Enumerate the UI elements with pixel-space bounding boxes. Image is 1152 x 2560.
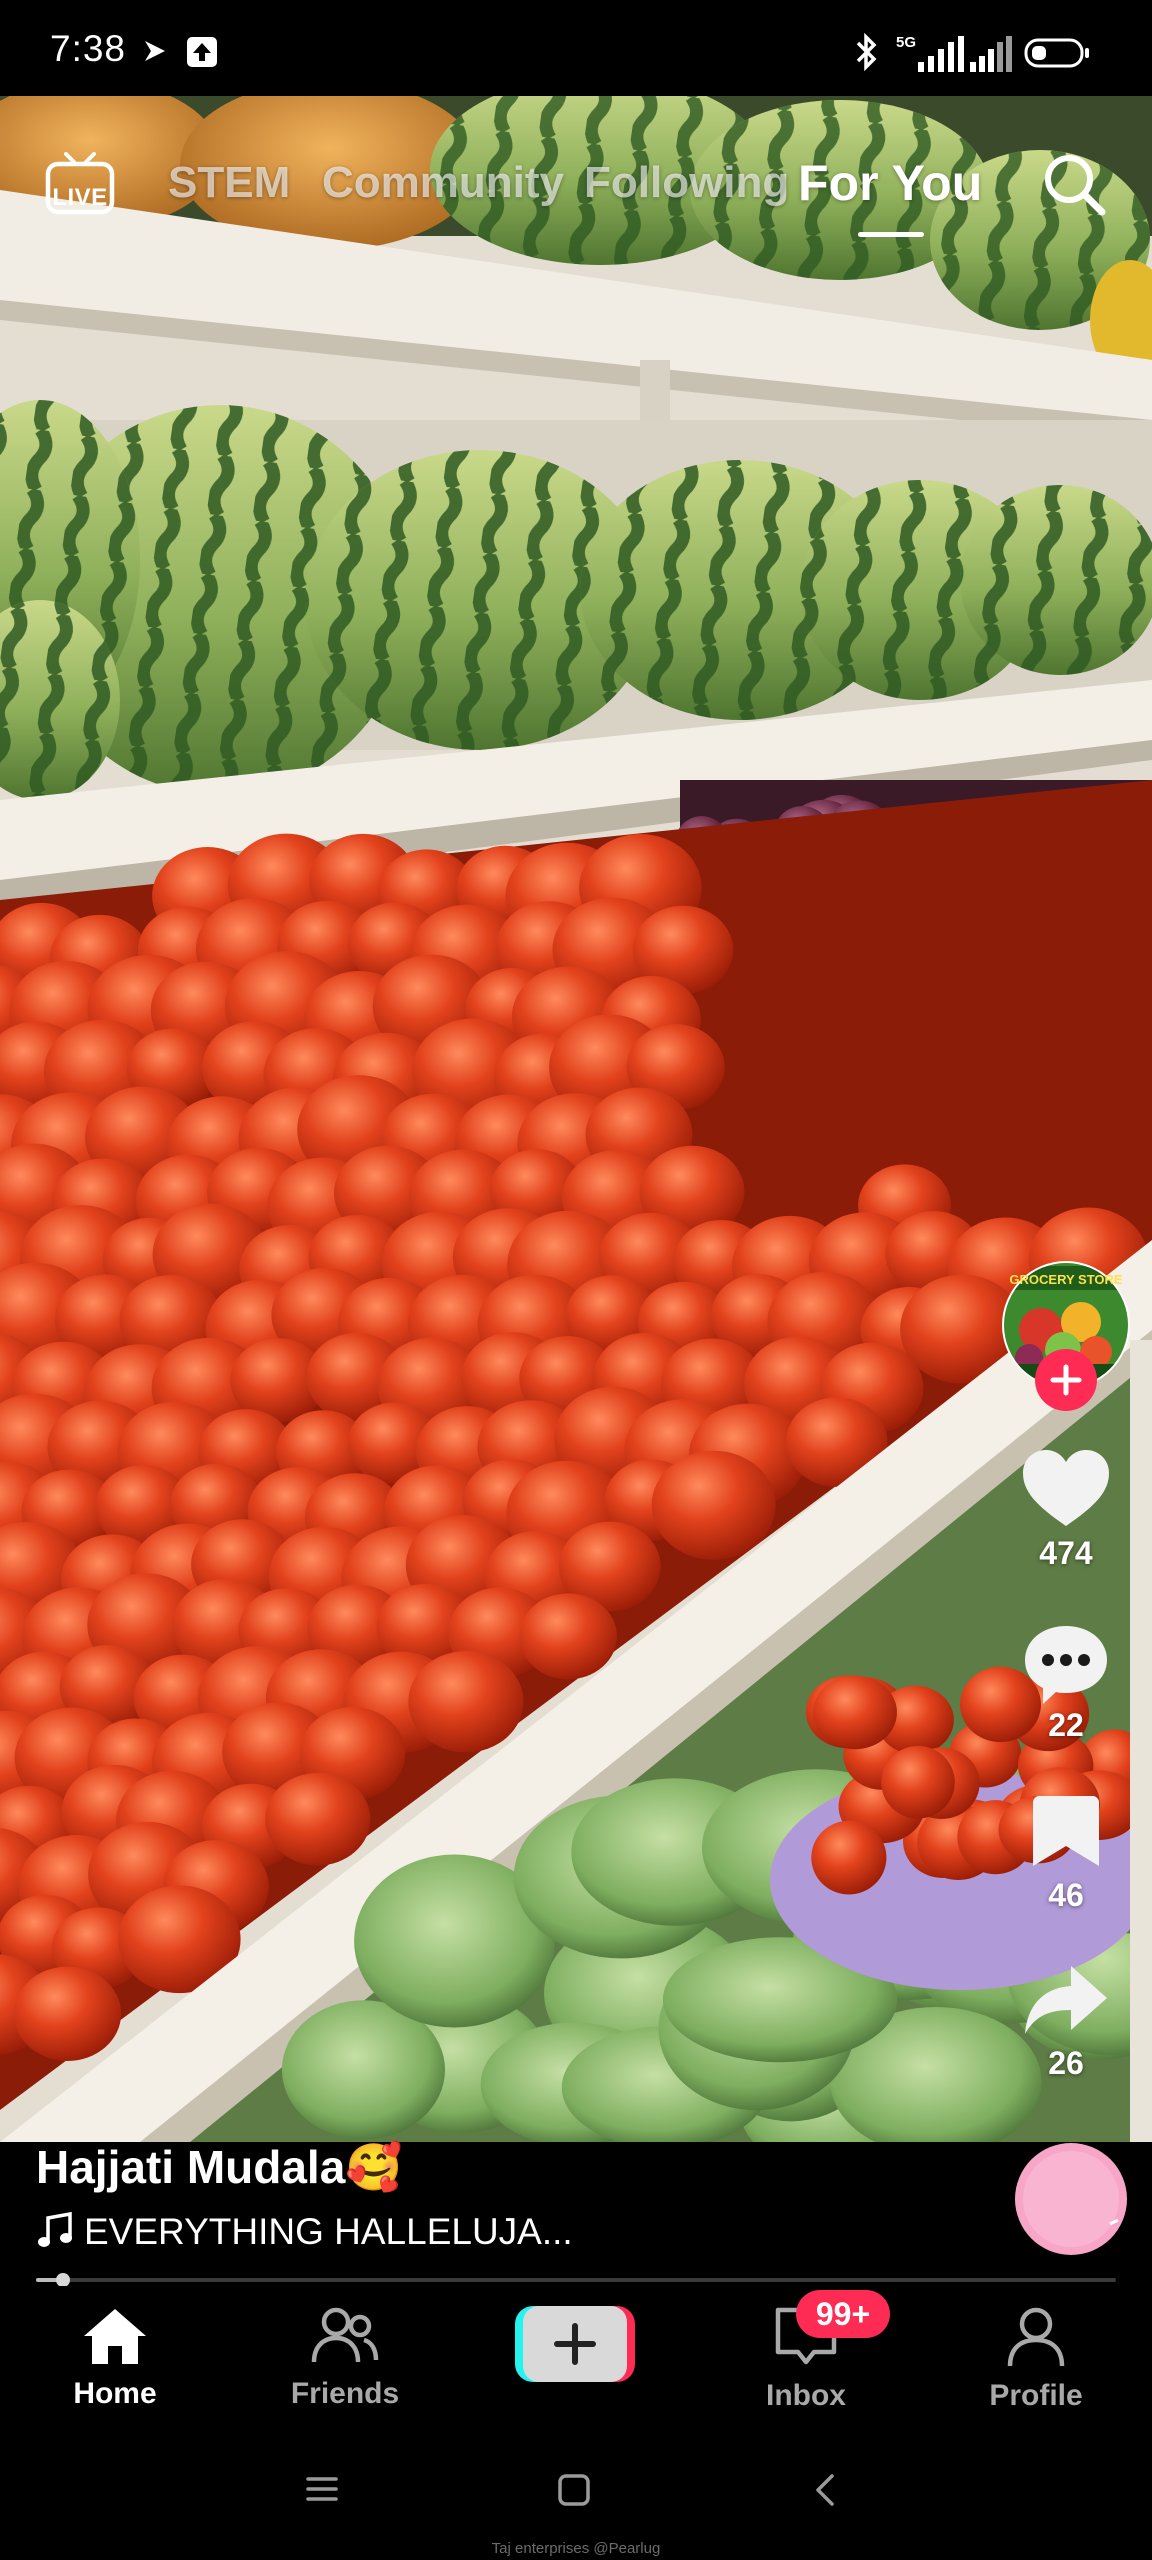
save-button[interactable]: 46 xyxy=(1010,1794,1122,1914)
tomato xyxy=(13,1966,122,2062)
tab-friends[interactable]: Friends xyxy=(255,2306,435,2411)
save-count: 46 xyxy=(1048,1877,1084,1913)
active-tab-indicator xyxy=(858,232,924,237)
comment-count: 22 xyxy=(1048,1707,1084,1743)
video-player[interactable] xyxy=(0,0,1152,2142)
comment-icon xyxy=(1025,1626,1107,1704)
video-progress-bar[interactable] xyxy=(36,2273,1116,2287)
bookmark-icon xyxy=(1033,1796,1099,1866)
friends-icon xyxy=(311,2307,379,2363)
profile-icon xyxy=(1007,2307,1065,2367)
progress-fill xyxy=(36,2278,58,2282)
music-note-icon xyxy=(38,2211,72,2247)
sound-title: EVERYTHING HALLELUJA... xyxy=(84,2211,573,2252)
music-disc-icon xyxy=(1015,2143,1127,2255)
tomato xyxy=(651,1450,776,1560)
live-label: LIVE xyxy=(52,184,108,211)
inbox-badge: 99+ xyxy=(796,2290,890,2338)
signal-icon-2 xyxy=(970,36,1012,77)
top-navigation: LIVE STEM Community Following For You xyxy=(0,128,1152,238)
like-count: 474 xyxy=(1039,1535,1093,1571)
tomato xyxy=(408,1651,524,1753)
produce-shelves-image xyxy=(0,0,1152,2142)
signal-icon xyxy=(918,36,964,77)
create-button[interactable] xyxy=(485,2302,665,2391)
recent-apps-button[interactable] xyxy=(304,2474,340,2509)
home-icon xyxy=(84,2309,146,2364)
status-bar: 7:38 5G xyxy=(0,0,1152,96)
home-system-button[interactable] xyxy=(556,2472,592,2513)
search-button[interactable] xyxy=(1040,150,1110,225)
share-icon xyxy=(1025,1966,1107,2034)
like-button[interactable]: 474 xyxy=(1010,1448,1122,1572)
bottom-tab-bar: Home Friends Inbox Profile xyxy=(0,2286,1152,2426)
tab-for-you[interactable]: For You xyxy=(798,154,982,212)
upload-icon xyxy=(186,36,218,73)
tab-community[interactable]: Community xyxy=(322,158,564,208)
tab-friends-label: Friends xyxy=(290,2377,400,2410)
battery-icon xyxy=(1024,38,1090,73)
progress-scrubber[interactable] xyxy=(55,2273,70,2287)
comment-button[interactable]: 22 xyxy=(1010,1622,1122,1744)
square-icon xyxy=(558,2474,590,2506)
author-name[interactable]: Hajjati Mudala🥰 xyxy=(36,2140,403,2195)
sound-link[interactable]: EVERYTHING HALLELUJA... xyxy=(36,2210,573,2253)
tomato xyxy=(519,1593,617,1680)
watermark: Taj enterprises @Pearlug xyxy=(491,2540,661,2557)
tab-profile-label: Profile xyxy=(989,2379,1083,2412)
sound-disc[interactable] xyxy=(1014,2142,1128,2261)
tab-home-label: Home xyxy=(73,2377,157,2410)
back-chevron-icon xyxy=(816,2474,834,2506)
create-plus-icon xyxy=(515,2306,635,2382)
network-type: 5G xyxy=(896,34,917,51)
share-count: 26 xyxy=(1048,2045,1084,2081)
tab-home[interactable]: Home xyxy=(25,2306,205,2411)
bluetooth-icon xyxy=(854,32,880,77)
basket-tomato xyxy=(811,1820,887,1895)
back-button[interactable] xyxy=(810,2470,840,2515)
tab-inbox-label: Inbox xyxy=(766,2379,846,2412)
follow-button[interactable] xyxy=(1034,1348,1098,1417)
status-time: 7:38 xyxy=(50,28,127,69)
basket-tomato xyxy=(881,1745,955,1819)
plus-icon xyxy=(1035,1349,1097,1411)
tomato xyxy=(265,1772,371,1866)
avatar-store-name: GROCERY STORE xyxy=(1009,1272,1123,1287)
tab-following[interactable]: Following xyxy=(584,158,789,208)
search-icon xyxy=(1045,155,1106,216)
heart-icon xyxy=(1023,1450,1109,1526)
live-button[interactable]: LIVE xyxy=(44,146,116,223)
play-icon xyxy=(142,38,168,69)
tab-stem[interactable]: STEM xyxy=(168,158,290,208)
menu-icon xyxy=(306,2477,338,2501)
tab-profile[interactable]: Profile xyxy=(946,2306,1126,2413)
share-button[interactable]: 26 xyxy=(1010,1962,1122,2082)
basket-tomato xyxy=(812,1675,897,1750)
